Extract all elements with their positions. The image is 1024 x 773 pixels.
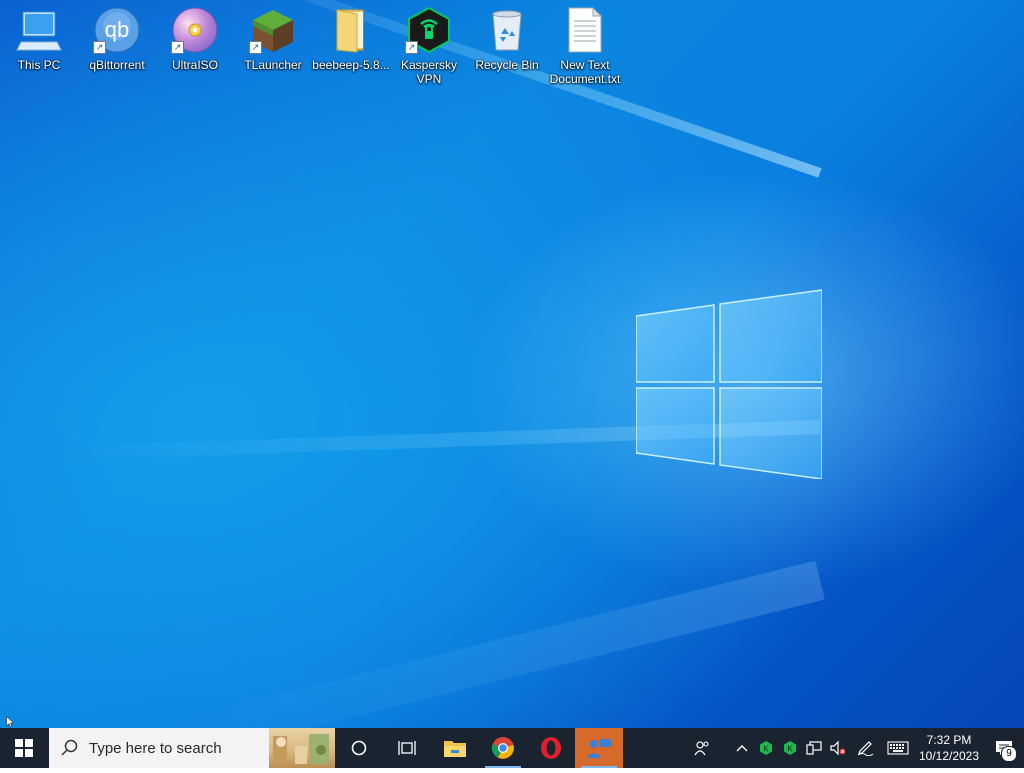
desktop-icon-this-pc[interactable]: This PC [0, 6, 78, 72]
people-icon [694, 741, 709, 756]
taskbar-search-box[interactable]: Type here to search [49, 728, 335, 768]
clock-date: 10/12/2023 [918, 749, 980, 763]
chrome-icon [491, 737, 514, 759]
desktop-icon-label: New Text Document.txt [549, 58, 621, 86]
recycle-bin-icon [492, 10, 522, 51]
windows-start-icon [15, 739, 33, 757]
network-icon [806, 741, 822, 755]
shortcut-arrow-icon: ↗ [405, 41, 418, 54]
svg-text:K: K [787, 745, 793, 754]
desktop-icon-new-text-document[interactable]: New Text Document.txt [546, 6, 624, 86]
file-explorer-button[interactable] [431, 728, 479, 768]
kaspersky-tray-button[interactable]: K [754, 728, 778, 768]
cortana-icon [351, 740, 367, 756]
kaspersky-tray-icon: K [760, 741, 772, 755]
desktop-icon-kaspersky-vpn[interactable]: ↗ Kaspersky VPN [390, 6, 468, 86]
pen-icon [857, 741, 874, 756]
chrome-button[interactable] [479, 728, 527, 768]
opera-icon [541, 737, 561, 759]
keyboard-icon [887, 741, 909, 755]
notification-count-badge: 9 [1001, 746, 1017, 762]
start-button[interactable] [0, 728, 48, 768]
pen-workspace-button[interactable] [850, 728, 882, 768]
task-view-button[interactable] [383, 728, 431, 768]
desktop-icon-recycle-bin[interactable]: Recycle Bin [468, 6, 546, 72]
desktop-icon-label: Recycle Bin [475, 58, 539, 72]
svg-text:K: K [763, 745, 769, 754]
cortana-button[interactable] [335, 728, 383, 768]
windows-logo-wallpaper [636, 289, 822, 479]
network-button[interactable] [802, 728, 826, 768]
volume-muted-icon [830, 741, 846, 755]
desktop-icon-tlauncher[interactable]: ↗ TLauncher [234, 6, 312, 72]
desktop-icon-ultraiso[interactable]: ↗ UltraISO [156, 6, 234, 72]
shortcut-arrow-icon: ↗ [171, 41, 184, 54]
file-explorer-icon [444, 741, 466, 757]
folder-icon [336, 9, 364, 53]
beebeep-button[interactable] [575, 728, 623, 768]
clock-time: 7:32 PM [926, 733, 972, 747]
shortcut-arrow-icon: ↗ [249, 41, 262, 54]
kaspersky-vpn-tray-button[interactable]: K [778, 728, 802, 768]
action-center-button[interactable]: 9 [984, 728, 1024, 768]
shortcut-arrow-icon: ↗ [93, 41, 106, 54]
clock[interactable]: 7:32 PM 10/12/2023 [914, 728, 984, 768]
search-highlight-image [269, 728, 335, 768]
volume-button[interactable] [826, 728, 850, 768]
search-icon [61, 739, 78, 756]
qbittorrent-glyph: qb [104, 17, 130, 42]
desktop-icon-label: UltraISO [171, 58, 218, 72]
people-button[interactable] [686, 728, 718, 768]
taskbar: Type here to search K K 7:32 PM 10/12/20… [0, 728, 1024, 768]
desktop-icon-label: Kaspersky VPN [400, 58, 458, 86]
show-hidden-icons-button[interactable] [730, 728, 754, 768]
mouse-cursor-icon [6, 716, 15, 728]
kaspersky-vpn-tray-icon: K [784, 741, 796, 755]
desktop[interactable]: This PC qb ↗ qBittorrent ↗ UltraISO ↗ TL… [0, 0, 1024, 728]
chevron-up-icon [736, 745, 748, 752]
opera-button[interactable] [527, 728, 575, 768]
desktop-icon-label: beebeep-5.8... [312, 58, 390, 72]
task-view-icon [398, 741, 416, 755]
desktop-icon-label: qBittorrent [89, 58, 145, 72]
beebeep-icon [587, 739, 611, 758]
search-placeholder: Type here to search [89, 739, 222, 757]
touch-keyboard-button[interactable] [882, 728, 914, 768]
desktop-icon-beebeep-folder[interactable]: beebeep-5.8... [312, 6, 390, 72]
desktop-icon-label: This PC [17, 58, 61, 72]
wallpaper-light-beam [174, 560, 825, 728]
desktop-icon-label: TLauncher [244, 58, 302, 72]
text-document-icon [568, 6, 603, 53]
this-pc-icon [16, 11, 62, 51]
desktop-icon-qbittorrent[interactable]: qb ↗ qBittorrent [78, 6, 156, 72]
